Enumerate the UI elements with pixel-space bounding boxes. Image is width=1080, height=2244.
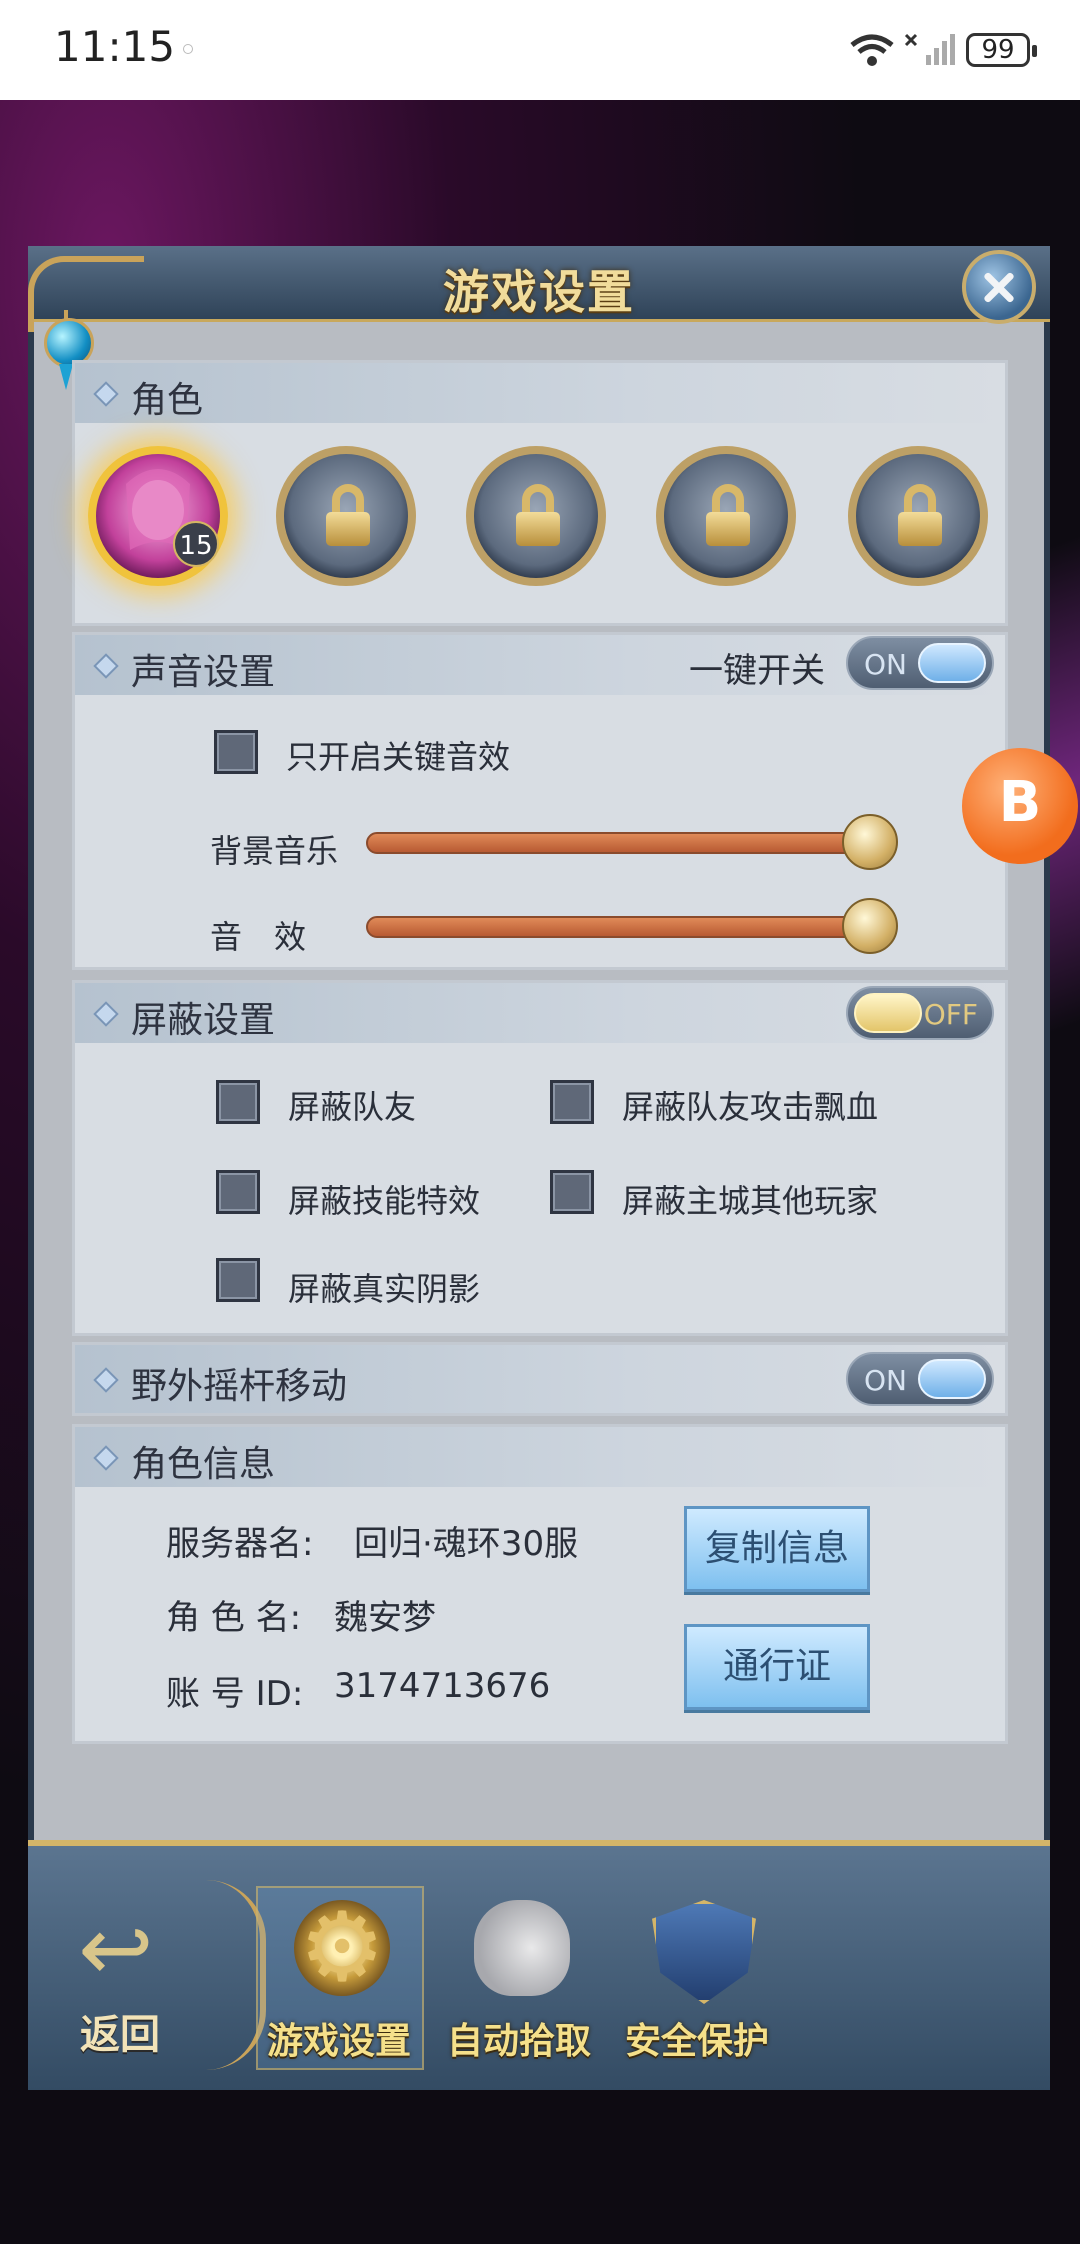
lock-body	[706, 512, 750, 546]
status-time: 11:15	[54, 22, 176, 71]
diamond-icon	[93, 381, 119, 407]
role-slot-locked[interactable]	[848, 446, 988, 586]
diamond-icon	[93, 1445, 119, 1471]
bgm-label: 背景音乐	[210, 832, 339, 870]
toggle-state-text: OFF	[923, 998, 978, 1031]
block-option-label: 屏蔽技能特效	[288, 1182, 481, 1220]
master-toggle-label: 一键开关	[689, 651, 825, 691]
close-button[interactable]	[962, 250, 1036, 324]
bgm-slider-knob[interactable]	[842, 814, 898, 870]
server-name-value: 回归·魂环30服	[354, 1524, 579, 1564]
wifi-icon	[850, 34, 894, 66]
dialog-title: 游戏设置	[443, 265, 635, 319]
block-option-label: 屏蔽真实阴影	[288, 1270, 481, 1308]
toggle-state-text: ON	[864, 1364, 907, 1397]
account-id-value: 3174713676	[334, 1666, 551, 1706]
tab-label: 游戏设置	[266, 2021, 411, 2062]
lock-body	[898, 512, 942, 546]
diamond-icon	[93, 653, 119, 679]
title-bar: 游戏设置	[28, 246, 1050, 322]
account-id-label: 账 号 ID:	[166, 1674, 304, 1714]
toggle-state-text: ON	[864, 648, 907, 681]
section-title: 屏蔽设置	[131, 1000, 276, 1041]
block-toggle[interactable]: OFF	[846, 986, 994, 1040]
key-sfx-only-label: 只开启关键音效	[286, 738, 511, 776]
status-bar: 11:15 99	[0, 0, 1080, 100]
lock-body	[326, 512, 370, 546]
tab-security[interactable]: 安全保护	[622, 1900, 772, 2062]
battery-indicator: 99	[966, 33, 1037, 67]
block-option-label: 屏蔽主城其他玩家	[622, 1182, 879, 1220]
corner-ornament-icon	[28, 256, 144, 332]
block-option-label: 屏蔽队友攻击飘血	[622, 1088, 879, 1126]
role-slot-locked[interactable]	[466, 446, 606, 586]
role-name-value: 魏安梦	[334, 1598, 436, 1638]
role-name-label: 角 色 名:	[166, 1598, 302, 1638]
gear-icon	[294, 1892, 390, 2002]
section-header: 角色	[75, 363, 1005, 423]
role-slot-locked[interactable]	[656, 446, 796, 586]
toggle-knob	[854, 993, 922, 1033]
tab-auto-pickup[interactable]: 自动拾取	[444, 1900, 594, 2062]
back-arrow-icon[interactable]	[78, 1910, 188, 1990]
section-title: 野外摇杆移动	[131, 1366, 348, 1407]
block-city-players-checkbox[interactable]	[550, 1170, 594, 1214]
pass-button[interactable]: 通行证	[684, 1624, 870, 1710]
tab-game-settings[interactable]: 游戏设置	[264, 1892, 414, 2062]
toggle-knob	[918, 1359, 986, 1399]
sfx-slider[interactable]	[366, 916, 876, 938]
block-shadows-checkbox[interactable]	[216, 1258, 260, 1302]
block-option-label: 屏蔽队友	[288, 1088, 417, 1126]
block-teammate-damage-checkbox[interactable]	[550, 1080, 594, 1124]
joystick-toggle[interactable]: ON	[846, 1352, 994, 1406]
diamond-icon	[93, 1001, 119, 1027]
copy-info-button[interactable]: 复制信息	[684, 1506, 870, 1592]
lock-body	[516, 512, 560, 546]
notification-dot-icon	[183, 44, 193, 54]
back-button[interactable]: 返回	[80, 2002, 160, 2060]
signal-icon	[904, 33, 955, 65]
floating-assistant-button[interactable]: B	[962, 748, 1078, 864]
diamond-icon	[93, 1367, 119, 1393]
bgm-slider[interactable]	[366, 832, 876, 854]
section-title: 声音设置	[131, 652, 276, 693]
shield-lock-icon	[652, 1900, 756, 2004]
sfx-label: 音 效	[210, 918, 307, 956]
server-name-label: 服务器名:	[166, 1524, 314, 1564]
role-level-badge: 15	[173, 521, 219, 567]
status-icons: 99	[850, 28, 1037, 72]
section-title: 角色信息	[131, 1444, 276, 1485]
block-teammates-checkbox[interactable]	[216, 1080, 260, 1124]
block-skill-effects-checkbox[interactable]	[216, 1170, 260, 1214]
toggle-knob	[918, 643, 986, 683]
sfx-slider-knob[interactable]	[842, 898, 898, 954]
key-sfx-only-checkbox[interactable]	[214, 730, 258, 774]
role-slot-locked[interactable]	[276, 446, 416, 586]
tab-label: 自动拾取	[446, 2021, 591, 2062]
sound-master-toggle[interactable]: ON	[846, 636, 994, 690]
coin-bag-icon	[474, 1900, 570, 1996]
floating-badge-text: B	[998, 770, 1042, 835]
tab-label: 安全保护	[624, 2021, 769, 2062]
section-header: 角色信息	[75, 1427, 1005, 1487]
section-title: 角色	[131, 380, 204, 421]
role-avatar-active[interactable]	[88, 446, 228, 586]
